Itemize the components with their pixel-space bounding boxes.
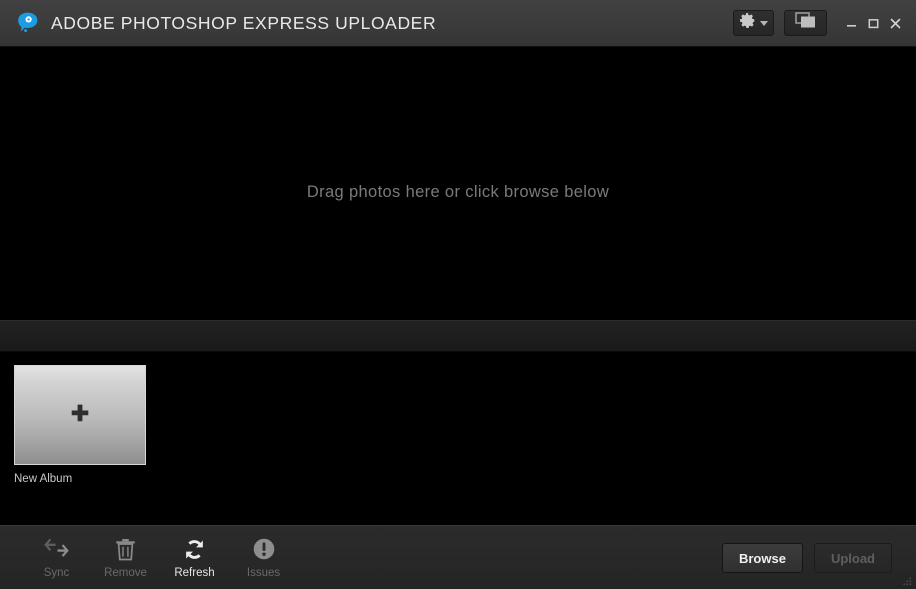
bottom-toolbar: Sync Remove Refresh Issues Browse Upload xyxy=(0,525,916,589)
title-bar: ADOBE PHOTOSHOP EXPRESS UPLOADER xyxy=(0,0,916,47)
refresh-circle-icon xyxy=(182,535,207,563)
application-window: ADOBE PHOTOSHOP EXPRESS UPLOADER Drag ph… xyxy=(0,0,916,589)
new-album-tile[interactable]: New Album xyxy=(14,365,148,485)
trash-icon xyxy=(115,535,136,563)
new-album-thumbnail[interactable] xyxy=(14,365,146,465)
dropzone-message: Drag photos here or click browse below xyxy=(306,183,610,201)
issues-button[interactable]: Issues xyxy=(229,535,298,579)
sync-arrows-icon xyxy=(43,535,70,563)
chevron-down-icon xyxy=(760,20,768,26)
resize-grip-icon[interactable] xyxy=(901,574,913,586)
sync-label: Sync xyxy=(43,567,70,579)
window-buttons xyxy=(845,16,902,30)
remove-label: Remove xyxy=(104,567,147,579)
album-label: New Album xyxy=(14,473,73,485)
alert-circle-icon xyxy=(252,535,276,563)
windows-panel-icon xyxy=(794,12,817,34)
settings-button[interactable] xyxy=(733,10,774,36)
tool-button-group: Sync Remove Refresh Issues xyxy=(0,526,298,579)
panel-divider[interactable] xyxy=(0,320,916,352)
maximize-button[interactable] xyxy=(867,16,880,30)
plus-icon xyxy=(69,402,91,429)
issues-label: Issues xyxy=(246,567,281,579)
titlebar-right-controls xyxy=(733,0,916,46)
page-title: ADOBE PHOTOSHOP EXPRESS UPLOADER xyxy=(51,12,437,33)
browse-button[interactable]: Browse xyxy=(721,543,803,573)
minimize-button[interactable] xyxy=(845,16,858,30)
photo-dropzone[interactable]: Drag photos here or click browse below xyxy=(0,47,916,320)
gear-icon xyxy=(739,12,756,34)
sync-button[interactable]: Sync xyxy=(22,535,91,579)
close-button[interactable] xyxy=(889,16,902,30)
photoshop-express-bubble-icon xyxy=(15,10,41,36)
panel-view-button[interactable] xyxy=(784,10,827,36)
remove-button[interactable]: Remove xyxy=(91,535,160,579)
upload-button[interactable]: Upload xyxy=(813,543,892,573)
album-strip: New Album xyxy=(0,352,916,525)
action-button-group: Browse Upload xyxy=(721,526,916,573)
refresh-button[interactable]: Refresh xyxy=(160,535,229,579)
refresh-label: Refresh xyxy=(174,567,215,579)
